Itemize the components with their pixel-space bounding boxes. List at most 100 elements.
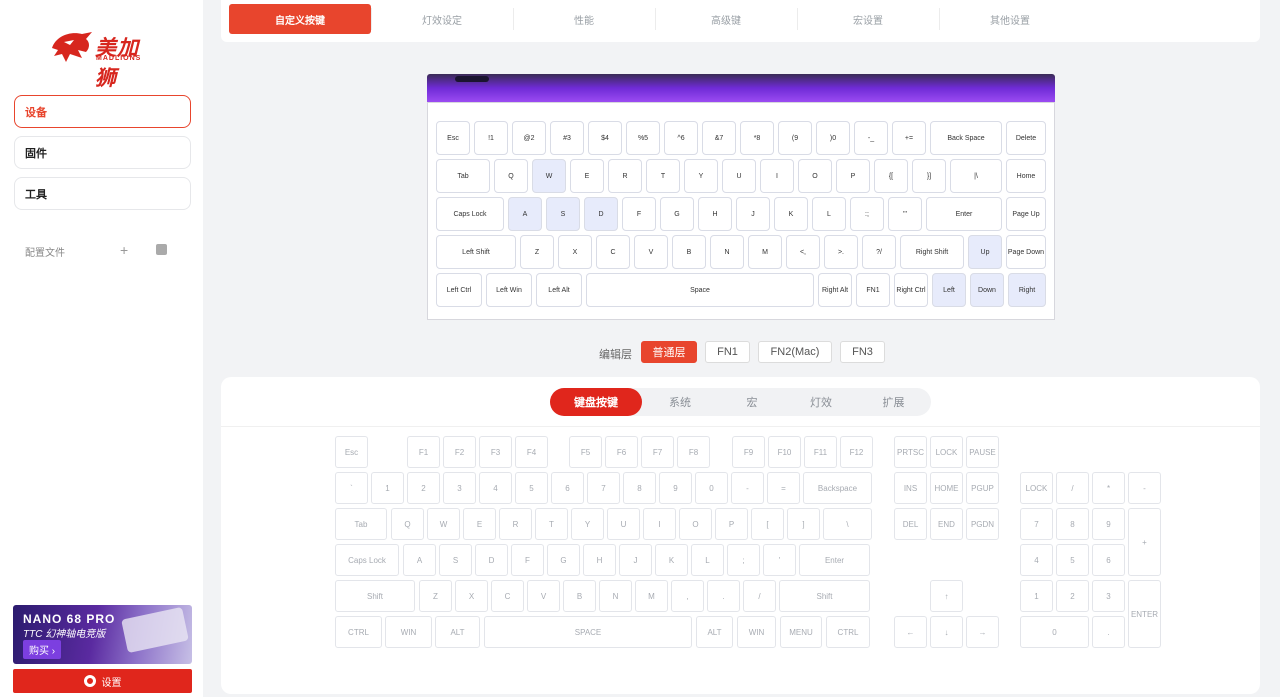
virtual-key[interactable]: P [715, 508, 748, 540]
virtual-key[interactable]: M [635, 580, 668, 612]
buy-button[interactable]: 购买 › [23, 640, 62, 659]
virtual-key[interactable]: I [643, 508, 676, 540]
kb-key[interactable]: O [798, 159, 832, 193]
virtual-key[interactable]: LOCK [930, 436, 963, 468]
virtual-key[interactable]: ] [787, 508, 820, 540]
virtual-key[interactable]: MENU [780, 616, 822, 648]
virtual-key[interactable]: Z [419, 580, 452, 612]
kb-key[interactable]: L [812, 197, 846, 231]
virtual-key[interactable]: / [743, 580, 776, 612]
kb-key[interactable]: D [584, 197, 618, 231]
subtab-system[interactable]: 系统 [642, 388, 718, 416]
kb-key[interactable]: C [596, 235, 630, 269]
virtual-key[interactable]: → [966, 616, 999, 648]
tab-advanced-keys[interactable]: 高级键 [655, 4, 797, 34]
kb-key[interactable]: Left Shift [436, 235, 516, 269]
tab-custom-keys[interactable]: 自定义按键 [229, 4, 371, 34]
kb-key[interactable]: I [760, 159, 794, 193]
virtual-key[interactable]: 8 [623, 472, 656, 504]
virtual-key[interactable]: ← [894, 616, 927, 648]
kb-key[interactable]: X [558, 235, 592, 269]
kb-key[interactable]: U [722, 159, 756, 193]
kb-key[interactable]: Y [684, 159, 718, 193]
kb-key[interactable]: ^6 [664, 121, 698, 155]
kb-key[interactable]: %5 [626, 121, 660, 155]
virtual-key[interactable]: 9 [659, 472, 692, 504]
kb-key[interactable]: Esc [436, 121, 470, 155]
virtual-key[interactable]: 1 [1020, 580, 1053, 612]
kb-key[interactable]: A [508, 197, 542, 231]
virtual-key[interactable]: ; [727, 544, 760, 576]
kb-key[interactable]: Left Win [486, 273, 532, 307]
virtual-key[interactable]: LOCK [1020, 472, 1053, 504]
kb-key[interactable]: Tab [436, 159, 490, 193]
virtual-key[interactable]: ↑ [930, 580, 963, 612]
kb-key[interactable]: <, [786, 235, 820, 269]
virtual-key[interactable]: 2 [1056, 580, 1089, 612]
virtual-key[interactable]: 4 [1020, 544, 1053, 576]
virtual-key[interactable]: F6 [605, 436, 638, 468]
subtab-keyboard-keys[interactable]: 键盘按键 [550, 388, 642, 416]
virtual-key[interactable]: SPACE [484, 616, 692, 648]
kb-key[interactable]: Up [968, 235, 1002, 269]
virtual-key[interactable]: ALT [696, 616, 733, 648]
virtual-key[interactable]: PGUP [966, 472, 999, 504]
virtual-key[interactable]: U [607, 508, 640, 540]
kb-key[interactable]: E [570, 159, 604, 193]
kb-key[interactable]: B [672, 235, 706, 269]
virtual-key[interactable]: INS [894, 472, 927, 504]
kb-key[interactable]: Space [586, 273, 814, 307]
virtual-key[interactable]: A [403, 544, 436, 576]
kb-key[interactable]: Right [1008, 273, 1046, 307]
virtual-key[interactable]: Y [571, 508, 604, 540]
virtual-key[interactable]: 0 [695, 472, 728, 504]
virtual-key[interactable]: Tab [335, 508, 387, 540]
virtual-key[interactable]: 7 [1020, 508, 1053, 540]
virtual-key[interactable]: HOME [930, 472, 963, 504]
virtual-key[interactable]: F5 [569, 436, 602, 468]
settings-button[interactable]: 设置 [13, 669, 192, 693]
kb-key[interactable]: Right Ctrl [894, 273, 928, 307]
virtual-key[interactable]: F9 [732, 436, 765, 468]
virtual-key[interactable]: CTRL [335, 616, 382, 648]
virtual-key[interactable]: V [527, 580, 560, 612]
virtual-key[interactable]: T [535, 508, 568, 540]
virtual-key[interactable]: J [619, 544, 652, 576]
kb-key[interactable]: R [608, 159, 642, 193]
virtual-key[interactable]: Shift [335, 580, 415, 612]
layer-fn1-button[interactable]: FN1 [705, 341, 750, 363]
kb-key[interactable]: H [698, 197, 732, 231]
kb-key[interactable]: )0 [816, 121, 850, 155]
kb-key[interactable]: G [660, 197, 694, 231]
kb-key[interactable]: Caps Lock [436, 197, 504, 231]
virtual-key[interactable]: , [671, 580, 704, 612]
virtual-key[interactable]: K [655, 544, 688, 576]
virtual-key[interactable]: \ [823, 508, 872, 540]
kb-key[interactable]: T [646, 159, 680, 193]
virtual-key[interactable]: * [1092, 472, 1125, 504]
virtual-key[interactable]: 3 [443, 472, 476, 504]
virtual-key[interactable]: - [731, 472, 764, 504]
layer-fn3-button[interactable]: FN3 [840, 341, 885, 363]
virtual-key[interactable]: . [1092, 616, 1125, 648]
virtual-key[interactable]: X [455, 580, 488, 612]
virtual-key[interactable]: DEL [894, 508, 927, 540]
virtual-key[interactable]: ALT [435, 616, 480, 648]
virtual-key[interactable]: Shift [779, 580, 870, 612]
virtual-key[interactable]: R [499, 508, 532, 540]
tab-macro[interactable]: 宏设置 [797, 4, 939, 34]
kb-key[interactable]: += [892, 121, 926, 155]
kb-key[interactable]: P [836, 159, 870, 193]
kb-key[interactable]: >. [824, 235, 858, 269]
import-config-icon[interactable] [156, 244, 167, 255]
virtual-key[interactable]: ` [335, 472, 368, 504]
kb-key[interactable]: Left Ctrl [436, 273, 482, 307]
promo-banner[interactable]: NANO 68 PRO TTC 幻神轴电竞版 购买 › [13, 605, 192, 664]
layer-fn2-button[interactable]: FN2(Mac) [758, 341, 832, 363]
virtual-key[interactable]: 7 [587, 472, 620, 504]
kb-key[interactable]: *8 [740, 121, 774, 155]
virtual-key[interactable]: H [583, 544, 616, 576]
virtual-key[interactable]: [ [751, 508, 784, 540]
subtab-lighting[interactable]: 灯效 [786, 388, 856, 416]
kb-key[interactable]: Back Space [930, 121, 1002, 155]
